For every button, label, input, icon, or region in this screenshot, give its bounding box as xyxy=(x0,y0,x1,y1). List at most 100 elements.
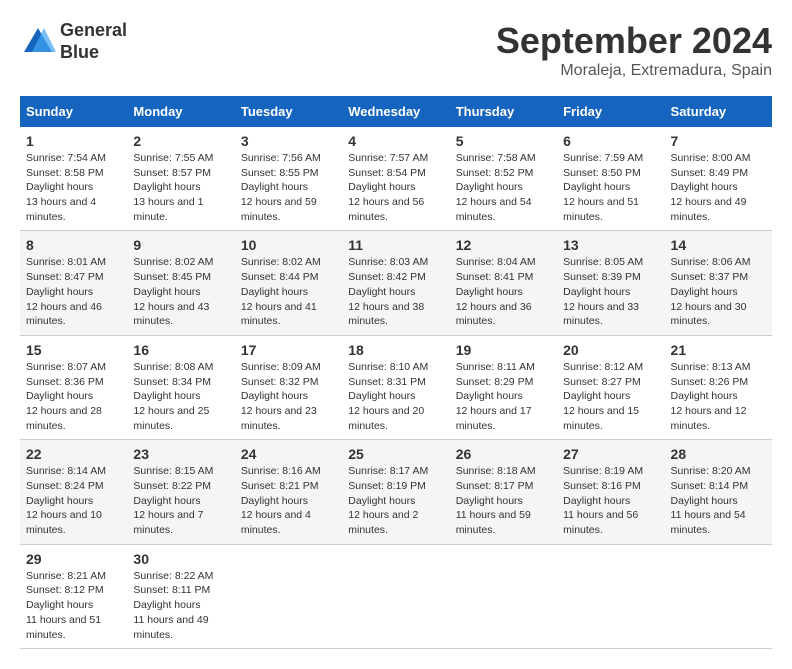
calendar-cell: 21 Sunrise: 8:13 AM Sunset: 8:26 PM Dayl… xyxy=(665,335,772,439)
calendar-cell xyxy=(450,544,557,648)
week-row: 22 Sunrise: 8:14 AM Sunset: 8:24 PM Dayl… xyxy=(20,440,772,544)
day-number: 9 xyxy=(133,237,228,253)
calendar-cell xyxy=(557,544,664,648)
calendar-body: 1 Sunrise: 7:54 AM Sunset: 8:58 PM Dayli… xyxy=(20,127,772,649)
calendar-cell: 20 Sunrise: 8:12 AM Sunset: 8:27 PM Dayl… xyxy=(557,335,664,439)
location: Moraleja, Extremadura, Spain xyxy=(496,62,772,80)
day-number: 4 xyxy=(348,133,443,149)
week-row: 8 Sunrise: 8:01 AM Sunset: 8:47 PM Dayli… xyxy=(20,231,772,335)
day-number: 11 xyxy=(348,237,443,253)
day-info: Sunrise: 8:11 AM Sunset: 8:29 PM Dayligh… xyxy=(456,360,551,433)
day-number: 2 xyxy=(133,133,228,149)
day-info: Sunrise: 8:08 AM Sunset: 8:34 PM Dayligh… xyxy=(133,360,228,433)
day-info: Sunrise: 8:12 AM Sunset: 8:27 PM Dayligh… xyxy=(563,360,658,433)
calendar-cell: 15 Sunrise: 8:07 AM Sunset: 8:36 PM Dayl… xyxy=(20,335,127,439)
day-info: Sunrise: 8:03 AM Sunset: 8:42 PM Dayligh… xyxy=(348,255,443,328)
day-number: 23 xyxy=(133,446,228,462)
day-info: Sunrise: 8:20 AM Sunset: 8:14 PM Dayligh… xyxy=(671,464,766,537)
calendar-cell: 27 Sunrise: 8:19 AM Sunset: 8:16 PM Dayl… xyxy=(557,440,664,544)
day-info: Sunrise: 8:02 AM Sunset: 8:44 PM Dayligh… xyxy=(241,255,336,328)
day-info: Sunrise: 7:57 AM Sunset: 8:54 PM Dayligh… xyxy=(348,151,443,224)
day-info: Sunrise: 8:02 AM Sunset: 8:45 PM Dayligh… xyxy=(133,255,228,328)
calendar-cell: 18 Sunrise: 8:10 AM Sunset: 8:31 PM Dayl… xyxy=(342,335,449,439)
day-info: Sunrise: 8:19 AM Sunset: 8:16 PM Dayligh… xyxy=(563,464,658,537)
calendar-cell: 30 Sunrise: 8:22 AM Sunset: 8:11 PM Dayl… xyxy=(127,544,234,648)
header-day: Thursday xyxy=(450,96,557,127)
day-number: 26 xyxy=(456,446,551,462)
day-number: 20 xyxy=(563,342,658,358)
day-number: 17 xyxy=(241,342,336,358)
calendar-cell: 22 Sunrise: 8:14 AM Sunset: 8:24 PM Dayl… xyxy=(20,440,127,544)
page-header: General Blue September 2024 Moraleja, Ex… xyxy=(20,20,772,80)
calendar-cell: 6 Sunrise: 7:59 AM Sunset: 8:50 PM Dayli… xyxy=(557,127,664,231)
day-number: 14 xyxy=(671,237,766,253)
day-number: 19 xyxy=(456,342,551,358)
day-number: 6 xyxy=(563,133,658,149)
day-number: 28 xyxy=(671,446,766,462)
day-number: 15 xyxy=(26,342,121,358)
calendar-cell xyxy=(665,544,772,648)
calendar-cell: 7 Sunrise: 8:00 AM Sunset: 8:49 PM Dayli… xyxy=(665,127,772,231)
day-number: 3 xyxy=(241,133,336,149)
day-info: Sunrise: 8:16 AM Sunset: 8:21 PM Dayligh… xyxy=(241,464,336,537)
calendar-cell: 29 Sunrise: 8:21 AM Sunset: 8:12 PM Dayl… xyxy=(20,544,127,648)
day-info: Sunrise: 8:18 AM Sunset: 8:17 PM Dayligh… xyxy=(456,464,551,537)
day-info: Sunrise: 7:55 AM Sunset: 8:57 PM Dayligh… xyxy=(133,151,228,224)
day-info: Sunrise: 8:05 AM Sunset: 8:39 PM Dayligh… xyxy=(563,255,658,328)
logo-icon xyxy=(20,24,56,60)
day-number: 7 xyxy=(671,133,766,149)
logo-text: General Blue xyxy=(60,20,127,63)
week-row: 29 Sunrise: 8:21 AM Sunset: 8:12 PM Dayl… xyxy=(20,544,772,648)
calendar-cell xyxy=(342,544,449,648)
day-number: 27 xyxy=(563,446,658,462)
day-number: 12 xyxy=(456,237,551,253)
calendar-cell: 4 Sunrise: 7:57 AM Sunset: 8:54 PM Dayli… xyxy=(342,127,449,231)
calendar-cell xyxy=(235,544,342,648)
calendar-cell: 5 Sunrise: 7:58 AM Sunset: 8:52 PM Dayli… xyxy=(450,127,557,231)
calendar-cell: 16 Sunrise: 8:08 AM Sunset: 8:34 PM Dayl… xyxy=(127,335,234,439)
calendar-cell: 17 Sunrise: 8:09 AM Sunset: 8:32 PM Dayl… xyxy=(235,335,342,439)
calendar-table: SundayMondayTuesdayWednesdayThursdayFrid… xyxy=(20,96,772,649)
calendar-cell: 2 Sunrise: 7:55 AM Sunset: 8:57 PM Dayli… xyxy=(127,127,234,231)
calendar-cell: 12 Sunrise: 8:04 AM Sunset: 8:41 PM Dayl… xyxy=(450,231,557,335)
month-title: September 2024 xyxy=(496,20,772,62)
calendar-cell: 23 Sunrise: 8:15 AM Sunset: 8:22 PM Dayl… xyxy=(127,440,234,544)
calendar-header: SundayMondayTuesdayWednesdayThursdayFrid… xyxy=(20,96,772,127)
day-info: Sunrise: 8:00 AM Sunset: 8:49 PM Dayligh… xyxy=(671,151,766,224)
day-info: Sunrise: 8:04 AM Sunset: 8:41 PM Dayligh… xyxy=(456,255,551,328)
calendar-cell: 8 Sunrise: 8:01 AM Sunset: 8:47 PM Dayli… xyxy=(20,231,127,335)
calendar-cell: 26 Sunrise: 8:18 AM Sunset: 8:17 PM Dayl… xyxy=(450,440,557,544)
header-day: Friday xyxy=(557,96,664,127)
calendar-cell: 11 Sunrise: 8:03 AM Sunset: 8:42 PM Dayl… xyxy=(342,231,449,335)
header-day: Wednesday xyxy=(342,96,449,127)
header-day: Saturday xyxy=(665,96,772,127)
day-info: Sunrise: 7:59 AM Sunset: 8:50 PM Dayligh… xyxy=(563,151,658,224)
day-info: Sunrise: 7:56 AM Sunset: 8:55 PM Dayligh… xyxy=(241,151,336,224)
day-info: Sunrise: 8:21 AM Sunset: 8:12 PM Dayligh… xyxy=(26,569,121,642)
logo: General Blue xyxy=(20,20,127,63)
day-info: Sunrise: 8:07 AM Sunset: 8:36 PM Dayligh… xyxy=(26,360,121,433)
header-day: Monday xyxy=(127,96,234,127)
day-number: 24 xyxy=(241,446,336,462)
day-info: Sunrise: 8:13 AM Sunset: 8:26 PM Dayligh… xyxy=(671,360,766,433)
calendar-cell: 25 Sunrise: 8:17 AM Sunset: 8:19 PM Dayl… xyxy=(342,440,449,544)
day-info: Sunrise: 8:14 AM Sunset: 8:24 PM Dayligh… xyxy=(26,464,121,537)
day-info: Sunrise: 8:06 AM Sunset: 8:37 PM Dayligh… xyxy=(671,255,766,328)
calendar-cell: 14 Sunrise: 8:06 AM Sunset: 8:37 PM Dayl… xyxy=(665,231,772,335)
day-number: 13 xyxy=(563,237,658,253)
header-day: Sunday xyxy=(20,96,127,127)
day-info: Sunrise: 8:15 AM Sunset: 8:22 PM Dayligh… xyxy=(133,464,228,537)
day-number: 29 xyxy=(26,551,121,567)
calendar-cell: 13 Sunrise: 8:05 AM Sunset: 8:39 PM Dayl… xyxy=(557,231,664,335)
title-block: September 2024 Moraleja, Extremadura, Sp… xyxy=(496,20,772,80)
calendar-cell: 3 Sunrise: 7:56 AM Sunset: 8:55 PM Dayli… xyxy=(235,127,342,231)
day-info: Sunrise: 8:10 AM Sunset: 8:31 PM Dayligh… xyxy=(348,360,443,433)
day-number: 16 xyxy=(133,342,228,358)
week-row: 15 Sunrise: 8:07 AM Sunset: 8:36 PM Dayl… xyxy=(20,335,772,439)
calendar-cell: 19 Sunrise: 8:11 AM Sunset: 8:29 PM Dayl… xyxy=(450,335,557,439)
week-row: 1 Sunrise: 7:54 AM Sunset: 8:58 PM Dayli… xyxy=(20,127,772,231)
day-number: 10 xyxy=(241,237,336,253)
header-day: Tuesday xyxy=(235,96,342,127)
day-info: Sunrise: 8:01 AM Sunset: 8:47 PM Dayligh… xyxy=(26,255,121,328)
day-number: 5 xyxy=(456,133,551,149)
